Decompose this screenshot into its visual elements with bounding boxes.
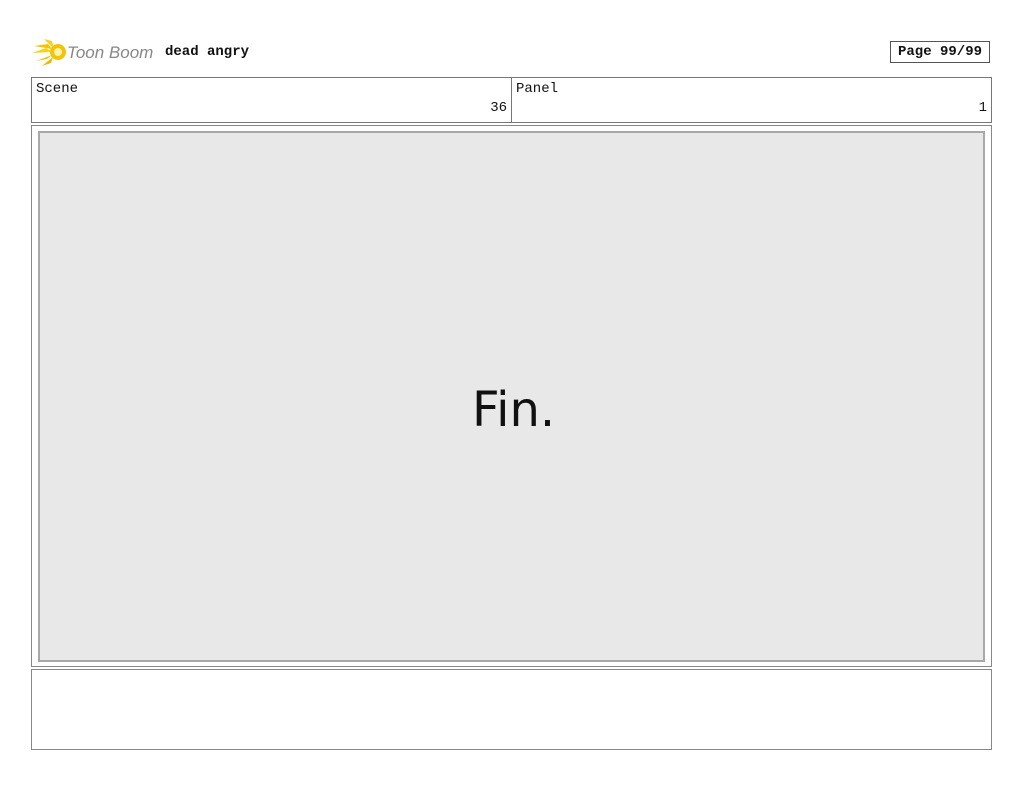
scene-number: 36 bbox=[490, 100, 507, 116]
panel-cell: Panel 1 bbox=[512, 78, 991, 122]
project-title: dead angry bbox=[165, 44, 250, 60]
scene-cell: Scene 36 bbox=[32, 78, 512, 122]
toon-boom-logo-text: Toon Boom bbox=[67, 43, 153, 62]
toon-boom-logo: Toon Boom bbox=[32, 36, 158, 68]
toon-boom-logo-mark: Toon Boom bbox=[32, 39, 153, 66]
storyboard-panel-image: Fin. bbox=[38, 131, 985, 662]
page-indicator: Page 99/99 bbox=[890, 41, 990, 63]
scene-panel-info-row: Scene 36 Panel 1 bbox=[31, 77, 992, 123]
panel-label: Panel bbox=[516, 81, 559, 97]
panel-number: 1 bbox=[978, 100, 987, 116]
panel-notes-box bbox=[31, 669, 992, 750]
storyboard-panel-frame: Fin. bbox=[31, 125, 992, 667]
scene-label: Scene bbox=[36, 81, 79, 97]
panel-sketch: Fin. bbox=[472, 382, 555, 438]
sketch-text: Fin. bbox=[472, 382, 555, 438]
